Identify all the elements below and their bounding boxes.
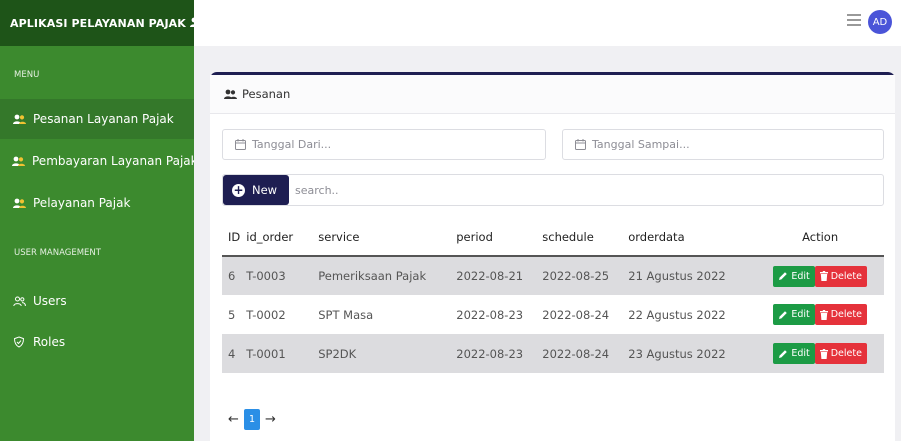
cell-id: 5 bbox=[228, 307, 236, 322]
column-header-id-order[interactable]: id_order bbox=[240, 219, 313, 257]
users-icon bbox=[224, 89, 237, 99]
users-icon bbox=[12, 113, 26, 125]
column-header-schedule[interactable]: schedule bbox=[536, 219, 623, 257]
calendar-icon bbox=[575, 139, 586, 150]
delete-button[interactable]: Delete bbox=[814, 265, 867, 287]
edit-label: Edit bbox=[791, 270, 810, 282]
cell-schedule: 2022-08-24 bbox=[536, 334, 623, 373]
table-row: 5 T-0002 SPT Masa 2022-08-23 2022-08-24 … bbox=[222, 295, 884, 334]
card-title: Pesanan bbox=[242, 87, 291, 101]
delete-button[interactable]: Delete bbox=[814, 304, 867, 325]
sidebar-item-label: Pelayanan Pajak bbox=[33, 196, 131, 210]
cell-period: 2022-08-23 bbox=[450, 334, 537, 373]
edit-label: Edit bbox=[791, 348, 810, 359]
pagination: ← 1 → bbox=[225, 408, 279, 430]
cell-action: Edit Delete bbox=[750, 334, 884, 373]
trash-icon bbox=[819, 271, 828, 281]
date-from-field[interactable]: Tanggal Dari... bbox=[222, 129, 546, 160]
sidebar-item-label: Users bbox=[33, 294, 67, 308]
sidebar-item-label: Roles bbox=[33, 335, 66, 349]
trash-icon bbox=[819, 348, 828, 359]
column-header-service[interactable]: service bbox=[312, 219, 451, 257]
edit-button[interactable]: Edit bbox=[773, 304, 815, 325]
app-title: APLIKASI PELAYANAN PAJAK bbox=[10, 16, 186, 30]
delete-label: Delete bbox=[830, 270, 862, 282]
delete-button[interactable]: Delete bbox=[814, 343, 867, 364]
cell-id: 4 bbox=[222, 334, 241, 373]
card-header: Pesanan bbox=[210, 75, 895, 114]
column-header-orderdata[interactable]: orderdata bbox=[622, 219, 751, 257]
page-number-button[interactable]: 1 bbox=[244, 408, 260, 430]
date-to-placeholder: Tanggal Sampai... bbox=[592, 138, 690, 151]
search-row: + New bbox=[222, 174, 884, 206]
column-header-action: Action bbox=[750, 219, 884, 257]
top-bar: AD bbox=[194, 0, 901, 46]
new-button[interactable]: + New bbox=[223, 175, 289, 205]
menu-section-header: MENU bbox=[14, 70, 40, 80]
sidebar-item-pesanan-layanan-pajak[interactable]: Pesanan Layanan Pajak bbox=[0, 99, 194, 139]
pencil-icon bbox=[778, 349, 788, 359]
trash-icon bbox=[819, 309, 828, 320]
users-icon bbox=[12, 197, 26, 209]
sidebar-item-roles[interactable]: Roles bbox=[0, 322, 194, 362]
orders-card: Pesanan Tanggal Dari... Tanggal Sampai..… bbox=[210, 72, 895, 441]
cell-period: 2022-08-23 bbox=[456, 307, 524, 322]
cell-service: SP2DK bbox=[312, 334, 451, 373]
next-page-arrow-icon[interactable]: → bbox=[262, 408, 279, 430]
cell-schedule: 2022-08-25 bbox=[536, 256, 623, 295]
cell-orderdata: 21 Agustus 2022 bbox=[622, 256, 751, 295]
avatar[interactable]: AD bbox=[868, 10, 892, 34]
calendar-icon bbox=[235, 139, 246, 150]
cell-service: SPT Masa bbox=[318, 307, 374, 322]
sidebar: APLIKASI PELAYANAN PAJAK MENU Pesanan La… bbox=[0, 0, 203, 441]
pencil-icon bbox=[778, 271, 788, 281]
delete-label: Delete bbox=[830, 348, 862, 359]
plus-circle-icon: + bbox=[232, 182, 245, 197]
app-brand[interactable]: APLIKASI PELAYANAN PAJAK bbox=[0, 0, 203, 46]
new-button-label: New bbox=[252, 183, 278, 197]
column-header-period[interactable]: period bbox=[450, 219, 537, 257]
pencil-icon bbox=[778, 310, 788, 320]
cell-id-order: T-0002 bbox=[246, 307, 286, 322]
search-input[interactable] bbox=[295, 175, 875, 205]
sidebar-item-label: Pembayaran Layanan Pajak bbox=[32, 154, 194, 168]
delete-label: Delete bbox=[830, 309, 862, 320]
cell-action: Edit Delete bbox=[750, 295, 884, 334]
table-row: 6 T-0003 Pemeriksaan Pajak 2022-08-21 20… bbox=[222, 256, 884, 295]
users-icon bbox=[12, 155, 25, 167]
table-row: 4 T-0001 SP2DK 2022-08-23 2022-08-24 23 … bbox=[222, 334, 884, 373]
cell-orderdata: 23 Agustus 2022 bbox=[622, 334, 751, 373]
previous-page-arrow-icon[interactable]: ← bbox=[225, 408, 242, 430]
column-header-id[interactable]: ID bbox=[222, 219, 241, 257]
orders-table: ID id_order service period schedule orde… bbox=[222, 219, 884, 373]
user-group-icon bbox=[12, 295, 26, 307]
cell-id-order: T-0001 bbox=[240, 334, 313, 373]
shield-icon bbox=[12, 336, 26, 348]
cell-schedule: 2022-08-24 bbox=[542, 307, 610, 322]
edit-button[interactable]: Edit bbox=[773, 265, 815, 287]
sidebar-item-pembayaran-layanan-pajak[interactable]: Pembayaran Layanan Pajak bbox=[0, 141, 194, 181]
table-header-row: ID id_order service period schedule orde… bbox=[222, 219, 884, 257]
cell-orderdata: 22 Agustus 2022 bbox=[628, 307, 726, 322]
edit-button[interactable]: Edit bbox=[773, 343, 815, 364]
cell-period: 2022-08-21 bbox=[450, 256, 537, 295]
cell-id-order: T-0003 bbox=[240, 256, 313, 295]
cell-action: Edit Delete bbox=[750, 256, 884, 295]
date-to-field[interactable]: Tanggal Sampai... bbox=[562, 129, 884, 160]
cell-id: 6 bbox=[222, 256, 241, 295]
cell-service: Pemeriksaan Pajak bbox=[312, 256, 451, 295]
sidebar-item-pelayanan-pajak[interactable]: Pelayanan Pajak bbox=[0, 183, 194, 223]
edit-label: Edit bbox=[791, 309, 810, 320]
sidebar-item-users[interactable]: Users bbox=[0, 281, 194, 321]
sidebar-item-label: Pesanan Layanan Pajak bbox=[33, 112, 174, 126]
date-from-placeholder: Tanggal Dari... bbox=[252, 138, 332, 151]
hamburger-menu-icon[interactable] bbox=[847, 14, 861, 28]
user-management-section-header: USER MANAGEMENT bbox=[14, 248, 101, 258]
